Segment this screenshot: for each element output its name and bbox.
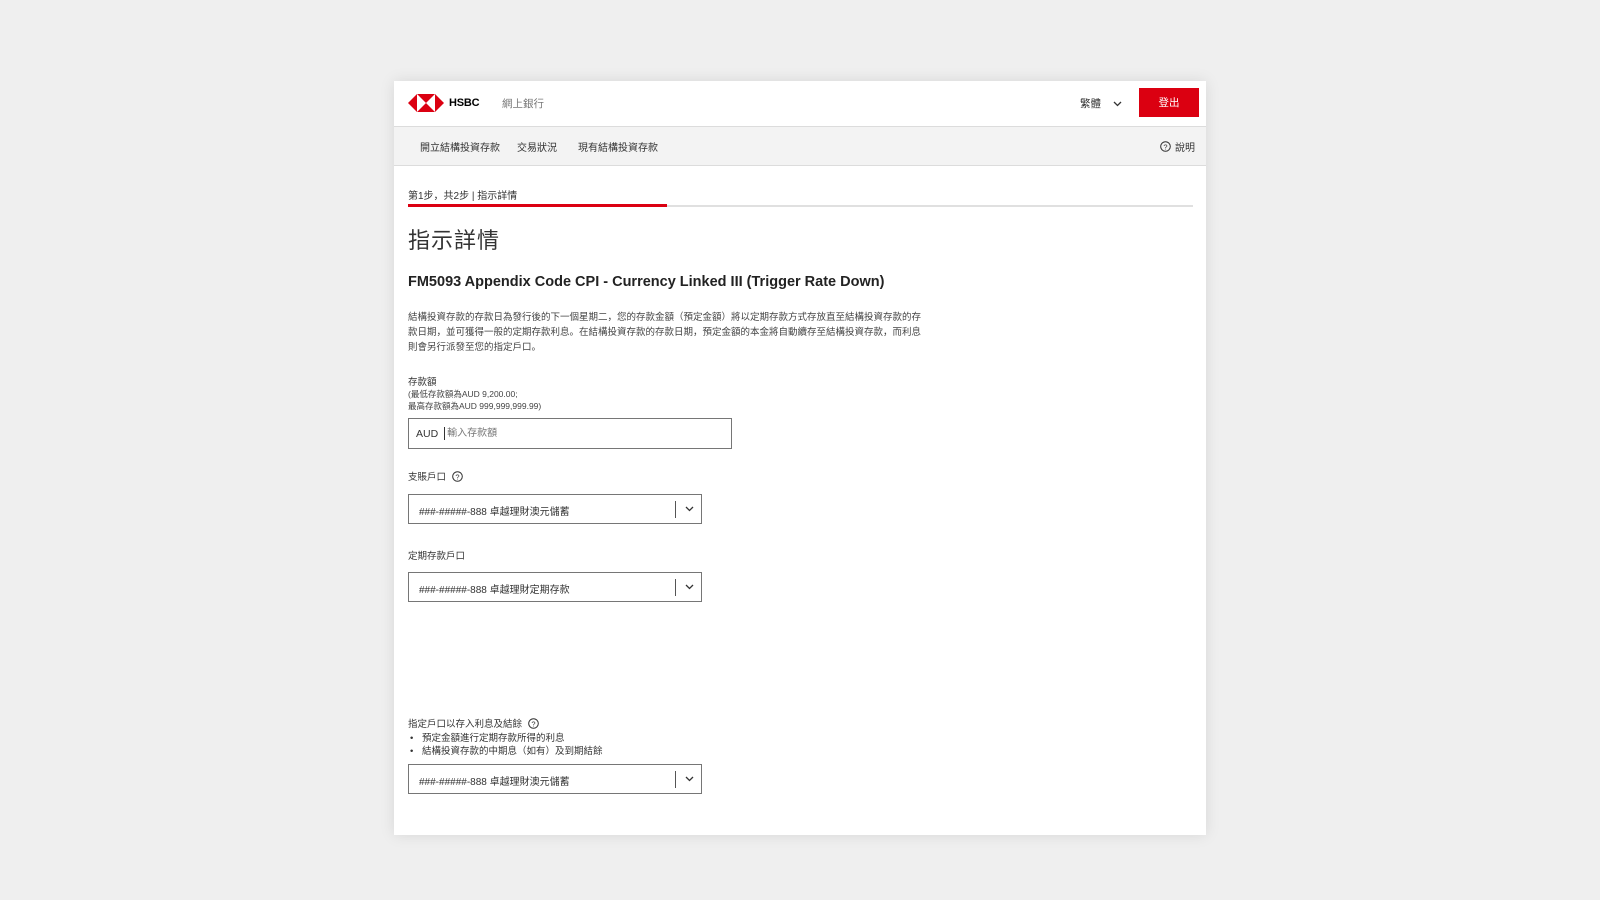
logout-button[interactable]: 登出	[1139, 88, 1199, 117]
debit-account-select[interactable]: ###-#####-888 卓越理財澳元儲蓄	[408, 494, 702, 524]
chevron-down-icon	[685, 776, 694, 782]
list-item: 結構投資存款的中期息（如有）及到期結餘	[408, 745, 603, 758]
deposit-account-label: 定期存款戶口	[408, 548, 465, 562]
deposit-account-label-text: 定期存款戶口	[408, 551, 466, 562]
svg-text:?: ?	[455, 472, 459, 481]
amount-input[interactable]	[444, 427, 695, 440]
interest-account-label-text: 指定戶口以存入利息及結餘	[408, 719, 523, 730]
help-circle-icon[interactable]: ?	[452, 470, 463, 482]
interest-account-notes: 預定金額進行定期存款所得的利息 結構投資存款的中期息（如有）及到期結餘	[408, 732, 603, 758]
hsbc-logo[interactable]: HSBC	[408, 94, 480, 112]
app-window: HSBC 網上銀行 繁體 登出 開立結構投資存款 交易狀況 現有結構投資存款 ?…	[394, 81, 1206, 835]
select-divider	[675, 771, 676, 788]
product-description: 結構投資存款的存款日為發行後的下一個星期二，您的存款金額（預定金額）將以定期存款…	[408, 312, 922, 353]
deposit-account-value: ###-#####-888 卓越理財定期存款	[419, 585, 570, 596]
amount-max-note: 最高存款額為AUD 999,999,999.99)	[408, 401, 542, 411]
brand-name: HSBC	[449, 97, 480, 109]
amount-limits-note: (最低存款額為AUD 9,200.00; 最高存款額為AUD 999,999,9…	[408, 388, 541, 412]
svg-text:?: ?	[531, 719, 535, 728]
help-circle-icon: ?	[1160, 141, 1171, 152]
nav-item-open-sid[interactable]: 開立結構投資存款	[420, 139, 500, 154]
interest-account-select[interactable]: ###-#####-888 卓越理財澳元儲蓄	[408, 764, 702, 794]
select-divider	[675, 501, 676, 518]
list-item: 預定金額進行定期存款所得的利息	[408, 732, 603, 745]
nav-item-existing-sid[interactable]: 現有結構投資存款	[578, 139, 658, 154]
deposit-account-select[interactable]: ###-#####-888 卓越理財定期存款	[408, 572, 702, 602]
language-selector[interactable]: 繁體	[1080, 96, 1122, 111]
help-circle-icon[interactable]: ?	[528, 717, 539, 729]
portal-label: 網上銀行	[502, 98, 544, 110]
debit-account-value: ###-#####-888 卓越理財澳元儲蓄	[419, 507, 570, 518]
progress-bar	[408, 204, 1193, 207]
nav-item-transaction-status[interactable]: 交易狀況	[517, 139, 557, 154]
select-divider	[675, 579, 676, 596]
interest-account-value: ###-#####-888 卓越理財澳元儲蓄	[419, 777, 570, 788]
svg-text:?: ?	[1163, 142, 1167, 151]
amount-min-note: (最低存款額為AUD 9,200.00;	[408, 389, 518, 399]
amount-label: 存款額	[408, 377, 437, 388]
product-title: FM5093 Appendix Code CPI - Currency Link…	[408, 274, 885, 290]
interest-account-label: 指定戶口以存入利息及結餘 ?	[408, 716, 539, 730]
progress-fill	[408, 204, 668, 207]
debit-account-label: 支賬戶口 ?	[408, 469, 463, 483]
help-label: 說明	[1175, 143, 1195, 154]
chevron-down-icon	[685, 584, 694, 590]
header: HSBC 網上銀行 繁體 登出	[394, 81, 1206, 127]
step-indicator: 第1步，共2步 | 指示詳情	[408, 191, 518, 202]
amount-currency: AUD	[416, 427, 439, 440]
hsbc-logo-icon	[408, 94, 444, 112]
debit-account-label-text: 支賬戶口	[408, 472, 447, 483]
chevron-down-icon	[1113, 101, 1122, 106]
help-link[interactable]: ? 說明	[1160, 139, 1195, 154]
page-title: 指示詳情	[408, 228, 501, 253]
language-label: 繁體	[1080, 98, 1101, 110]
amount-input-box[interactable]: AUD	[408, 418, 732, 449]
nav-bar: 開立結構投資存款 交易狀況 現有結構投資存款 ? 說明	[394, 127, 1206, 166]
chevron-down-icon	[685, 506, 694, 512]
